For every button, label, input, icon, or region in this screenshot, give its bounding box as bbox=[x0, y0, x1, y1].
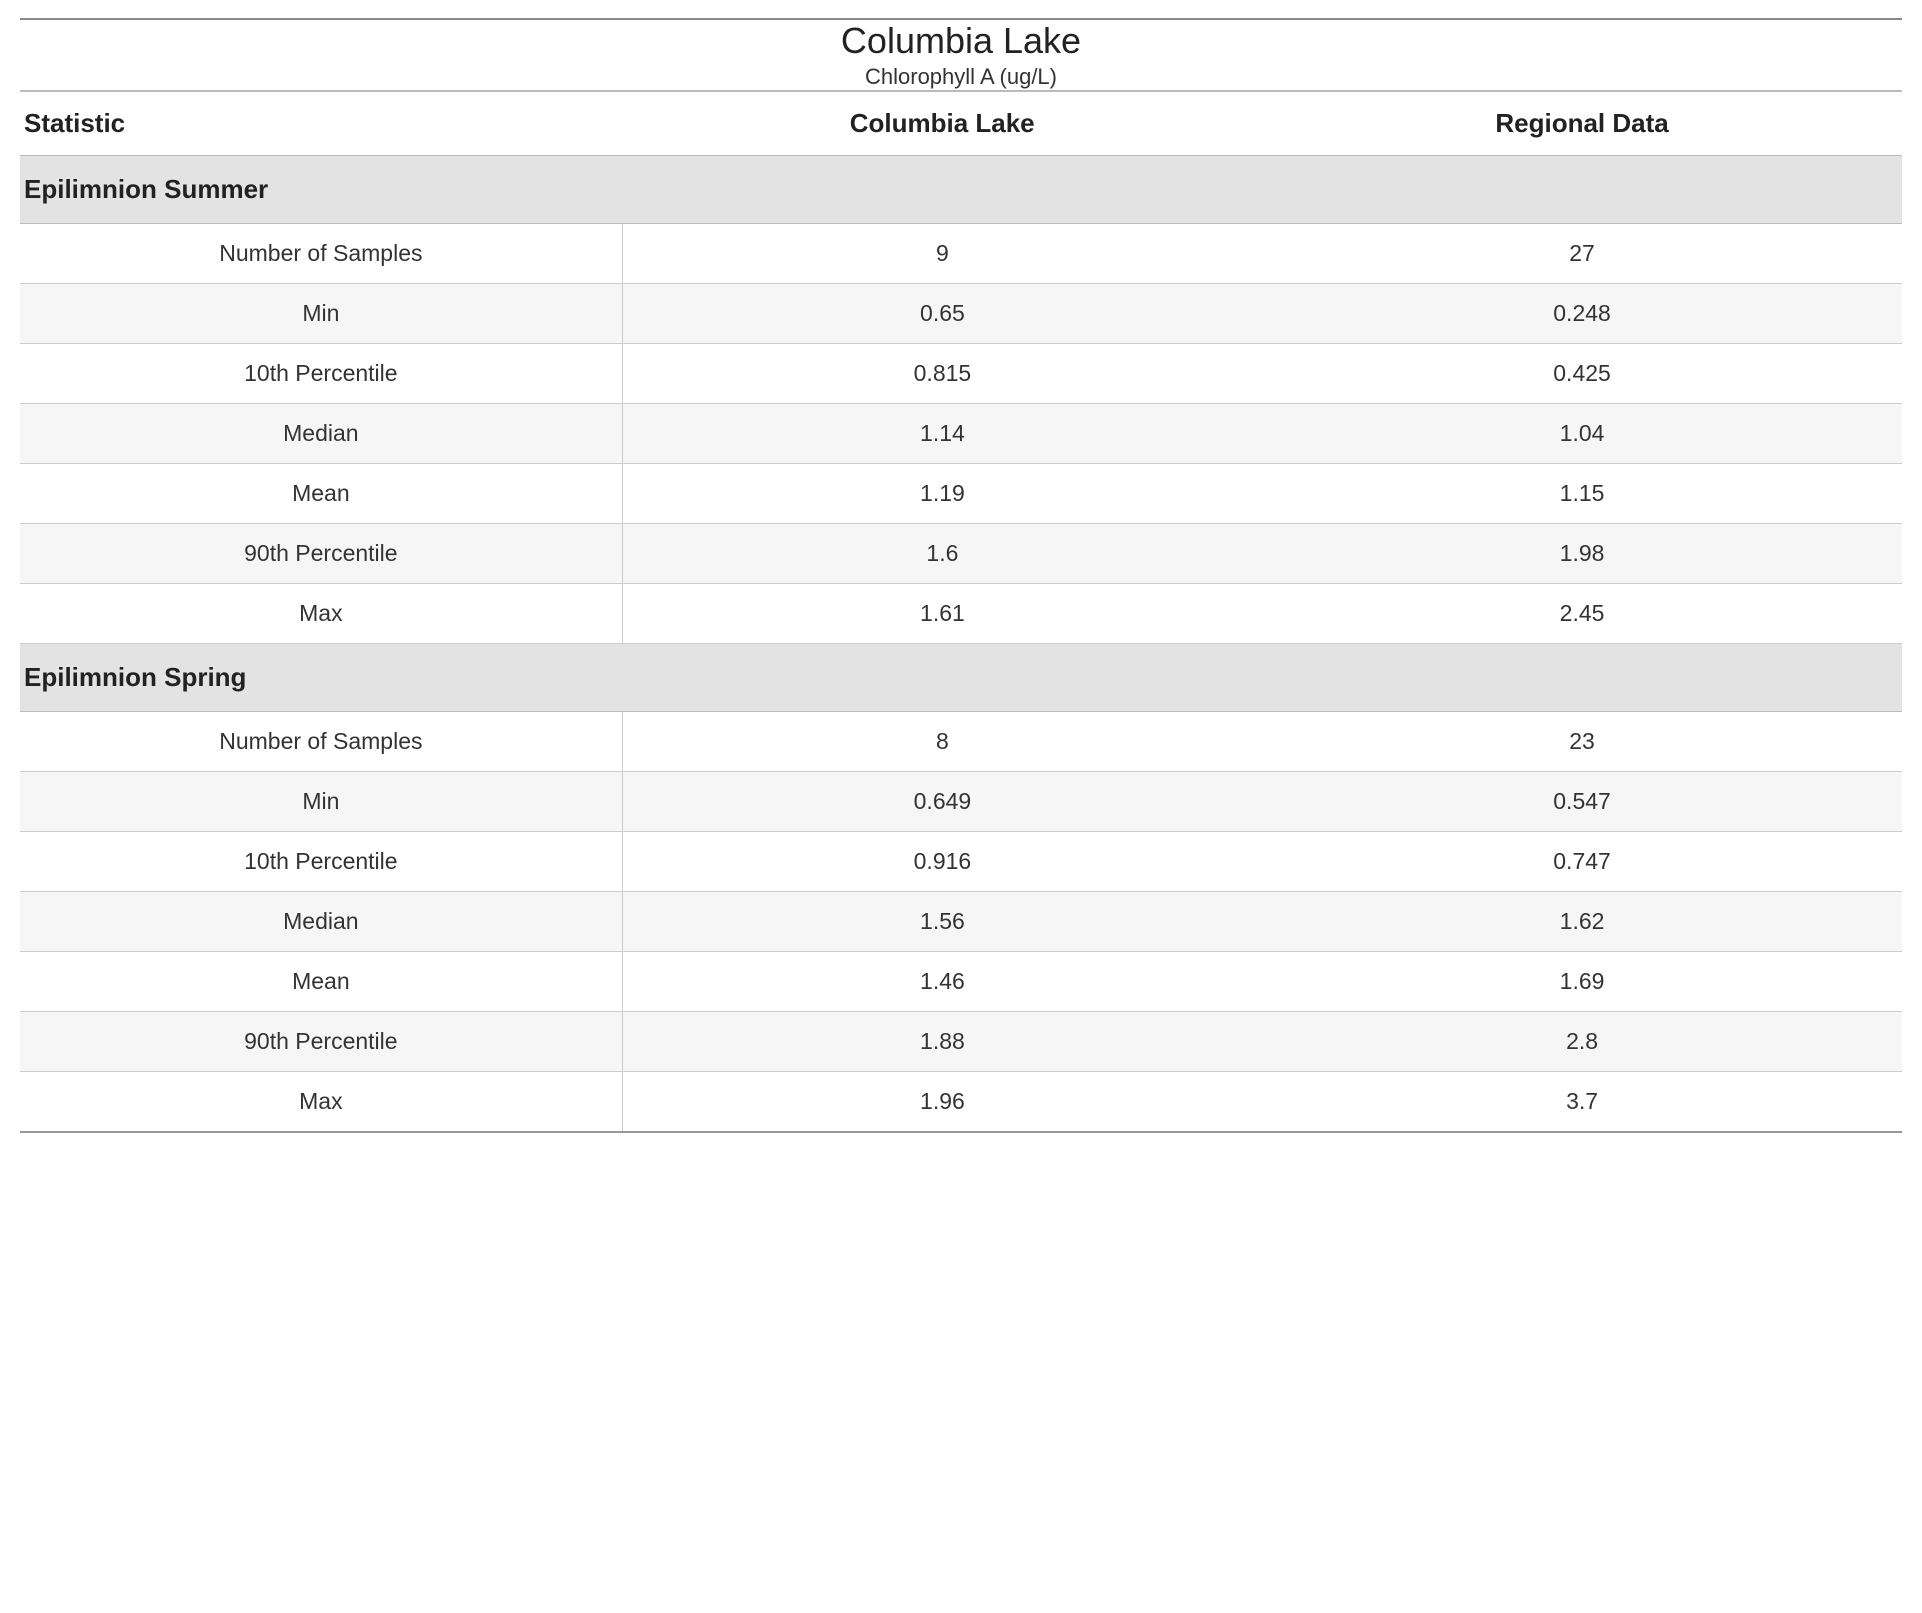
cell-stat: Min bbox=[20, 772, 622, 832]
cell-lake: 1.61 bbox=[622, 584, 1262, 644]
section-title: Epilimnion Summer bbox=[20, 156, 1902, 224]
cell-region: 27 bbox=[1262, 224, 1902, 284]
table-row: Median 1.56 1.62 bbox=[20, 892, 1902, 952]
cell-lake: 1.19 bbox=[622, 464, 1262, 524]
table-row: Number of Samples 8 23 bbox=[20, 712, 1902, 772]
cell-lake: 8 bbox=[622, 712, 1262, 772]
cell-stat: Number of Samples bbox=[20, 224, 622, 284]
title-cell: Columbia Lake Chlorophyll A (ug/L) bbox=[20, 19, 1902, 91]
stats-table: Columbia Lake Chlorophyll A (ug/L) Stati… bbox=[20, 18, 1902, 1133]
cell-region: 2.45 bbox=[1262, 584, 1902, 644]
table-row: Min 0.65 0.248 bbox=[20, 284, 1902, 344]
cell-region: 1.15 bbox=[1262, 464, 1902, 524]
cell-lake: 0.916 bbox=[622, 832, 1262, 892]
col-region: Regional Data bbox=[1262, 91, 1902, 156]
cell-stat: Min bbox=[20, 284, 622, 344]
cell-lake: 1.14 bbox=[622, 404, 1262, 464]
col-statistic: Statistic bbox=[20, 91, 622, 156]
table-row: Mean 1.19 1.15 bbox=[20, 464, 1902, 524]
table-row: 10th Percentile 0.815 0.425 bbox=[20, 344, 1902, 404]
cell-stat: Mean bbox=[20, 952, 622, 1012]
cell-region: 0.248 bbox=[1262, 284, 1902, 344]
cell-stat: 90th Percentile bbox=[20, 1012, 622, 1072]
cell-lake: 0.815 bbox=[622, 344, 1262, 404]
table-row: 90th Percentile 1.88 2.8 bbox=[20, 1012, 1902, 1072]
section-title: Epilimnion Spring bbox=[20, 644, 1902, 712]
cell-stat: Number of Samples bbox=[20, 712, 622, 772]
table-row: Max 1.61 2.45 bbox=[20, 584, 1902, 644]
table-row: Number of Samples 9 27 bbox=[20, 224, 1902, 284]
title-row: Columbia Lake Chlorophyll A (ug/L) bbox=[20, 19, 1902, 91]
table-subtitle: Chlorophyll A (ug/L) bbox=[20, 64, 1902, 90]
cell-stat: Mean bbox=[20, 464, 622, 524]
cell-stat: Median bbox=[20, 892, 622, 952]
cell-lake: 1.56 bbox=[622, 892, 1262, 952]
cell-region: 1.98 bbox=[1262, 524, 1902, 584]
cell-stat: Max bbox=[20, 584, 622, 644]
table-title: Columbia Lake bbox=[20, 20, 1902, 62]
cell-stat: Median bbox=[20, 404, 622, 464]
cell-lake: 1.96 bbox=[622, 1072, 1262, 1133]
table-row: Min 0.649 0.547 bbox=[20, 772, 1902, 832]
cell-region: 0.425 bbox=[1262, 344, 1902, 404]
cell-stat: 10th Percentile bbox=[20, 832, 622, 892]
table-row: 10th Percentile 0.916 0.747 bbox=[20, 832, 1902, 892]
header-row: Statistic Columbia Lake Regional Data bbox=[20, 91, 1902, 156]
table-row: 90th Percentile 1.6 1.98 bbox=[20, 524, 1902, 584]
cell-region: 23 bbox=[1262, 712, 1902, 772]
cell-lake: 1.6 bbox=[622, 524, 1262, 584]
cell-region: 1.62 bbox=[1262, 892, 1902, 952]
report-container: Columbia Lake Chlorophyll A (ug/L) Stati… bbox=[0, 0, 1922, 1613]
cell-region: 1.04 bbox=[1262, 404, 1902, 464]
cell-region: 0.547 bbox=[1262, 772, 1902, 832]
table-row: Mean 1.46 1.69 bbox=[20, 952, 1902, 1012]
table-row: Max 1.96 3.7 bbox=[20, 1072, 1902, 1133]
cell-stat: 10th Percentile bbox=[20, 344, 622, 404]
table-row: Median 1.14 1.04 bbox=[20, 404, 1902, 464]
col-lake: Columbia Lake bbox=[622, 91, 1262, 156]
section-header: Epilimnion Summer bbox=[20, 156, 1902, 224]
cell-lake: 1.46 bbox=[622, 952, 1262, 1012]
cell-lake: 0.65 bbox=[622, 284, 1262, 344]
cell-lake: 0.649 bbox=[622, 772, 1262, 832]
cell-lake: 9 bbox=[622, 224, 1262, 284]
cell-region: 2.8 bbox=[1262, 1012, 1902, 1072]
cell-region: 1.69 bbox=[1262, 952, 1902, 1012]
cell-region: 0.747 bbox=[1262, 832, 1902, 892]
cell-stat: 90th Percentile bbox=[20, 524, 622, 584]
cell-lake: 1.88 bbox=[622, 1012, 1262, 1072]
cell-region: 3.7 bbox=[1262, 1072, 1902, 1133]
table-body: Columbia Lake Chlorophyll A (ug/L) Stati… bbox=[20, 19, 1902, 1132]
section-header: Epilimnion Spring bbox=[20, 644, 1902, 712]
cell-stat: Max bbox=[20, 1072, 622, 1133]
